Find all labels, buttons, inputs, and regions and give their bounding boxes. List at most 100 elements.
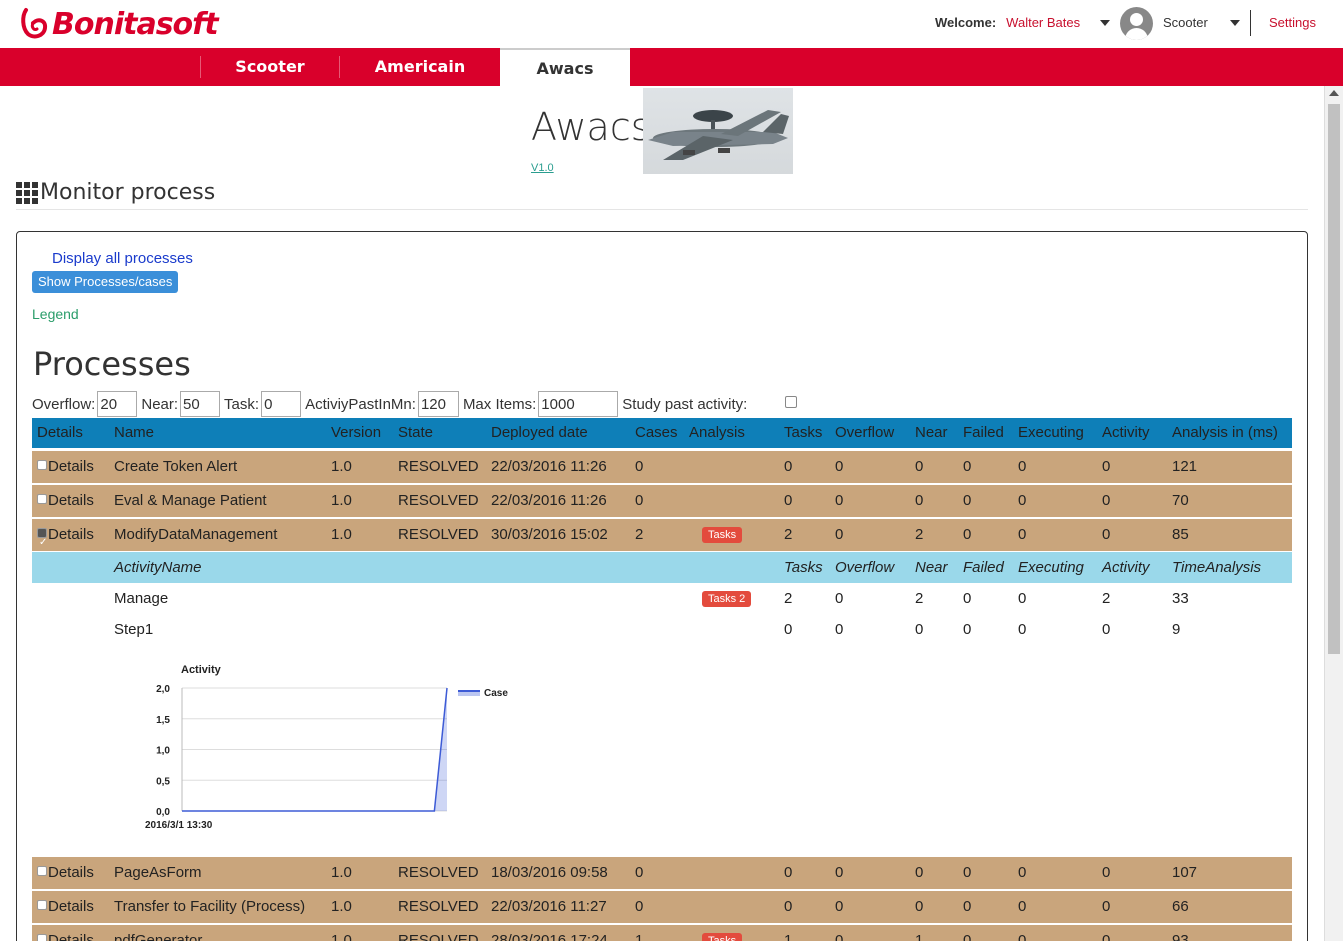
near-label: Near:: [141, 395, 179, 413]
max-items-input[interactable]: [538, 391, 619, 417]
details-checkbox[interactable]: [37, 460, 47, 470]
cell-near: 0: [915, 898, 924, 915]
activity-cell-activity: 2: [1102, 590, 1111, 607]
processes-title: Processes: [33, 345, 191, 383]
header-divider: [1250, 10, 1251, 36]
study-past-checkbox[interactable]: [785, 396, 798, 408]
cell-state: RESOLVED: [398, 898, 479, 915]
cell-cases: 0: [635, 898, 644, 915]
cell-name: Create Token Alert: [114, 458, 238, 475]
cell-deployed: 22/03/2016 11:26: [491, 458, 607, 475]
cell-failed: 0: [963, 458, 972, 475]
table-row[interactable]: Details Create Token Alert 1.0 RESOLVED 22/0…: [32, 451, 1292, 483]
tasks-badge[interactable]: Tasks: [702, 527, 743, 544]
table-row[interactable]: Details pdfGenerator 1.0 RESOLVED 28/03/2016…: [32, 925, 1292, 941]
legend-label: Case: [484, 688, 508, 699]
activity-chart-svg: Activity 0,0 0,5 1,0 1,5 2,0 Case 2016/3/1 13:3…: [145, 664, 508, 831]
near-input[interactable]: [180, 391, 221, 417]
settings-link[interactable]: Settings: [1269, 15, 1316, 30]
column-header[interactable]: State: [398, 418, 433, 448]
y-tick-label: 0,0: [156, 807, 170, 818]
user-menu-caret-icon[interactable]: [1100, 20, 1110, 26]
column-header[interactable]: Version: [331, 418, 381, 448]
sub-column-header: ActivityName: [114, 559, 202, 576]
column-header[interactable]: Executing: [1018, 418, 1084, 448]
activity-cell-name: Step1: [114, 621, 154, 638]
table-row[interactable]: Details PageAsForm 1.0 RESOLVED 18/03/2016 0…: [32, 857, 1292, 889]
section-title: Monitor process: [40, 180, 216, 205]
cell-near: 2: [915, 526, 924, 543]
details-checkbox[interactable]: [37, 934, 47, 941]
cell-ms: 93: [1172, 932, 1189, 941]
tab-scooter[interactable]: Scooter: [201, 48, 339, 86]
column-header[interactable]: Name: [114, 418, 154, 448]
details-toggle[interactable]: Details: [37, 925, 94, 941]
profile-caret-icon[interactable]: [1230, 20, 1240, 26]
activity-cell-overflow: 0: [835, 621, 844, 638]
column-header[interactable]: Activity: [1102, 418, 1150, 448]
welcome-user[interactable]: Walter Bates: [1006, 15, 1080, 30]
activity-cell-failed: 0: [963, 621, 972, 638]
version-link[interactable]: V1.0: [531, 162, 554, 174]
cell-near: 0: [915, 864, 924, 881]
welcome-label: Welcome:: [935, 15, 997, 30]
cell-state: RESOLVED: [398, 526, 479, 543]
legend-link[interactable]: Legend: [32, 306, 79, 322]
table-row[interactable]: Details ModifyDataManagement 1.0 RESOLVED 30…: [32, 519, 1292, 559]
cell-overflow: 0: [835, 898, 844, 915]
column-header[interactable]: Details: [37, 418, 83, 448]
details-checkbox[interactable]: [37, 900, 47, 910]
monitor-heading: Monitor process: [16, 180, 215, 205]
cell-name: Eval & Manage Patient: [114, 492, 267, 509]
table-row[interactable]: Details Transfer to Facility (Process) 1.0…: [32, 891, 1292, 923]
page-scrollbar[interactable]: [1324, 86, 1343, 941]
tasks-badge[interactable]: Tasks 2: [702, 591, 752, 608]
column-header[interactable]: Near: [915, 418, 948, 448]
scroll-thumb[interactable]: [1328, 104, 1340, 654]
scroll-up-arrow-icon[interactable]: [1329, 90, 1339, 96]
column-header[interactable]: Cases: [635, 418, 678, 448]
cell-name: PageAsForm: [114, 864, 202, 881]
column-header[interactable]: Failed: [963, 418, 1004, 448]
avatar[interactable]: [1120, 7, 1153, 40]
column-header[interactable]: Tasks: [784, 418, 822, 448]
profile-selector[interactable]: Scooter: [1163, 15, 1208, 30]
display-all-processes-link[interactable]: Display all processes: [52, 250, 193, 267]
column-header[interactable]: Analysis: [689, 418, 745, 448]
details-checkbox[interactable]: [37, 866, 47, 876]
overflow-input[interactable]: [97, 391, 138, 417]
tab-awacs[interactable]: Awacs: [500, 48, 630, 86]
details-toggle[interactable]: Details: [37, 451, 94, 483]
activity-label: ActiviyPastInMn:: [305, 395, 416, 413]
activity-cell-near: 2: [915, 590, 924, 607]
column-header[interactable]: Deployed date: [491, 418, 588, 448]
tab-americain[interactable]: Americain: [340, 48, 500, 86]
task-input[interactable]: [261, 391, 302, 417]
details-checkbox[interactable]: [37, 494, 47, 504]
details-toggle[interactable]: Details: [37, 519, 94, 559]
details-label: Details: [48, 932, 94, 941]
details-toggle[interactable]: Details: [37, 857, 94, 889]
overflow-label: Overflow:: [32, 395, 96, 413]
cell-cases: 2: [635, 526, 644, 543]
column-header[interactable]: Analysis in (ms): [1172, 418, 1278, 448]
cell-cases: 0: [635, 492, 644, 509]
tasks-badge[interactable]: Tasks: [702, 933, 743, 941]
column-header[interactable]: Overflow: [835, 418, 894, 448]
cell-state: RESOLVED: [398, 932, 479, 941]
cell-near: 1: [915, 932, 924, 941]
bonitasoft-logo[interactable]: Bonitasoft: [20, 4, 219, 44]
cell-near: 0: [915, 458, 924, 475]
details-toggle[interactable]: Details: [37, 891, 94, 923]
study-past-label: Study past activity:: [622, 395, 748, 413]
activity-input[interactable]: [417, 391, 459, 417]
details-toggle[interactable]: Details: [37, 485, 94, 517]
y-tick-label: 0,5: [156, 776, 170, 787]
details-checkbox[interactable]: [37, 527, 47, 559]
cell-near: 0: [915, 492, 924, 509]
cell-cases: 1: [635, 932, 644, 941]
activity-cell-executing: 0: [1018, 590, 1027, 607]
show-processes-button[interactable]: Show Processes/cases: [32, 271, 179, 293]
table-row[interactable]: Details Eval & Manage Patient 1.0 RESOLVED 2…: [32, 485, 1292, 517]
top-header: Bonitasoft Welcome: Walter Bates Scooter…: [0, 0, 1343, 48]
